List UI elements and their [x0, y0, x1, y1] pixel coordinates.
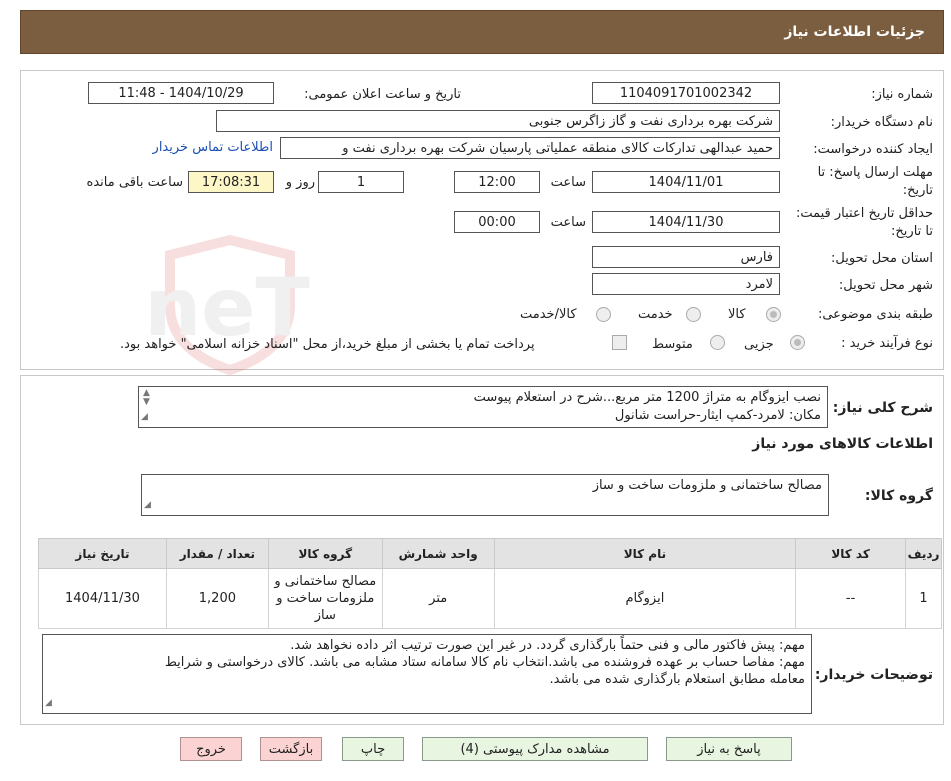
category-radio-goods[interactable] [766, 307, 781, 322]
print-button[interactable]: چاپ [342, 737, 404, 761]
description-line-1: نصب ایزوگام به متراژ 1200 متر مربع...شرح… [473, 390, 821, 405]
exit-button[interactable]: خروج [180, 737, 242, 761]
city-label: شهر محل تحویل: [838, 278, 933, 293]
goods-table-wrap: ردیف کد کالا نام کالا واحد شمارش گروه کا… [38, 538, 942, 629]
days-field[interactable]: 1 [318, 171, 404, 193]
buyer-contact-link[interactable]: اطلاعات تماس خریدار [153, 140, 273, 155]
page-title: جزئیات اطلاعات نیاز [784, 24, 925, 40]
description-textarea[interactable]: نصب ایزوگام به متراژ 1200 متر مربع...شرح… [138, 386, 828, 428]
validity-date-field[interactable]: 1404/11/30 [592, 211, 780, 233]
buyer-note-line-2: مهم: مفاصا حساب بر عهده فروشنده می باشد.… [164, 655, 805, 670]
process-option-medium: متوسط [652, 337, 693, 352]
col-header: ردیف [905, 538, 942, 569]
category-label: طبقه بندی موضوعی: [817, 307, 933, 322]
col-header: تاریخ نیاز [38, 538, 167, 569]
goods-group-label: گروه کالا: [864, 488, 933, 504]
payment-note: پرداخت تمام یا بخشی از مبلغ خرید،از محل … [120, 337, 535, 352]
validity-time-label: ساعت [550, 215, 586, 230]
city-field[interactable]: لامرد [592, 273, 780, 295]
need-number-label: شماره نیاز: [871, 87, 933, 102]
description-line-2: مکان: لامرد-کمپ ایثار-حراست شانول [614, 408, 821, 423]
reply-time-field[interactable]: 12:00 [454, 171, 540, 193]
col-header: تعداد / مقدار [165, 538, 269, 569]
cell-row: 1 [905, 568, 942, 629]
category-option-goods-service: کالا/خدمت [520, 307, 577, 322]
province-label: استان محل تحویل: [831, 251, 933, 266]
buyer-org-label: نام دستگاه خریدار: [830, 115, 933, 130]
cell-name: ایزوگام [493, 568, 797, 629]
resize-grip-icon[interactable]: ◢ [141, 408, 148, 426]
cell-unit: متر [381, 568, 495, 629]
reply-time-label: ساعت [550, 175, 586, 190]
province-field[interactable]: فارس [592, 246, 780, 268]
cell-date: 1404/11/30 [38, 568, 167, 629]
resize-grip-icon[interactable]: ◢ [45, 695, 52, 712]
process-radio-medium[interactable] [710, 335, 725, 350]
buyer-note-line-1: مهم: پیش فاکتور مالی و فنی حتماً بارگذار… [290, 638, 805, 653]
col-header: کد کالا [795, 538, 907, 569]
reply-button[interactable]: پاسخ به نیاز [666, 737, 792, 761]
announce-field[interactable]: 1404/10/29 - 11:48 [88, 82, 274, 104]
process-option-minor: جزیی [744, 337, 774, 352]
process-label: نوع فرآیند خرید : [841, 336, 933, 351]
need-number-field[interactable]: 1104091701002342 [592, 82, 780, 104]
attachments-button[interactable]: مشاهده مدارک پیوستی (4) [422, 737, 648, 761]
category-option-goods: کالا [728, 307, 746, 322]
table-header-row: ردیف کد کالا نام کالا واحد شمارش گروه کا… [38, 538, 942, 569]
buyer-note-line-3: معامله مطابق استعلام بارگذاری شده می باش… [549, 672, 805, 687]
treasury-checkbox[interactable] [612, 335, 627, 350]
col-header: گروه کالا [267, 538, 383, 569]
scroll-arrows-icon[interactable]: ▲ ▼ [143, 389, 150, 407]
col-header: نام کالا [493, 538, 797, 569]
remaining-label: ساعت باقی مانده [86, 175, 183, 190]
col-header: واحد شمارش [381, 538, 495, 569]
category-option-service: خدمت [638, 307, 673, 322]
cell-group: مصالح ساختمانی و ملزومات ساخت و ساز [267, 568, 383, 629]
goods-table: ردیف کد کالا نام کالا واحد شمارش گروه کا… [38, 538, 942, 629]
days-label: روز و [285, 175, 315, 190]
reply-deadline-label: مهلت ارسال پاسخ: تا تاریخ: [817, 165, 933, 198]
goods-group-textarea[interactable]: مصالح ساختمانی و ملزومات ساخت و ساز ◢ [141, 474, 829, 516]
category-radio-service[interactable] [686, 307, 701, 322]
description-label: شرح کلی نیاز: [832, 400, 933, 416]
remaining-time-field: 17:08:31 [188, 171, 274, 193]
reply-date-field[interactable]: 1404/11/01 [592, 171, 780, 193]
table-row[interactable]: 1 -- ایزوگام متر مصالح ساختمانی و ملزوما… [38, 568, 942, 629]
buyer-notes-label: توضیحات خریدار: [814, 667, 933, 683]
cell-qty: 1,200 [165, 568, 269, 629]
creator-label: ایجاد کننده درخواست: [813, 142, 933, 157]
creator-field[interactable]: حمید عبدالهی تدارکات کالای منطقه عملیاتی… [280, 137, 780, 159]
goods-section-title: اطلاعات کالاهای مورد نیاز [752, 436, 933, 452]
goods-group-value: مصالح ساختمانی و ملزومات ساخت و ساز [592, 478, 822, 493]
category-radio-goods-service[interactable] [596, 307, 611, 322]
process-radio-minor[interactable] [790, 335, 805, 350]
validity-time-field[interactable]: 00:00 [454, 211, 540, 233]
buyer-org-field[interactable]: شرکت بهره برداری نفت و گاز زاگرس جنوبی [216, 110, 780, 132]
back-button[interactable]: بازگشت [260, 737, 322, 761]
page-header: جزئیات اطلاعات نیاز [20, 10, 944, 54]
buyer-notes-textarea[interactable]: مهم: پیش فاکتور مالی و فنی حتماً بارگذار… [42, 634, 812, 714]
cell-code: -- [795, 568, 907, 629]
validity-label: حداقل تاریخ اعتبار قیمت: تا تاریخ: [795, 206, 933, 239]
announce-label: تاریخ و ساعت اعلان عمومی: [304, 87, 461, 102]
resize-grip-icon[interactable]: ◢ [144, 496, 151, 514]
